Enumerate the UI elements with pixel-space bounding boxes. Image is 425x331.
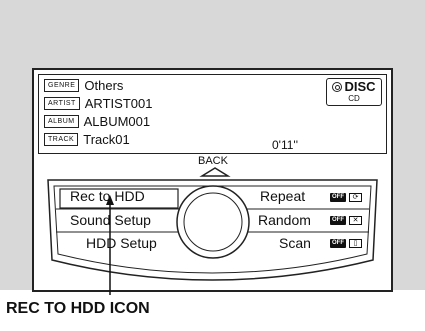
repeat-icon: ⟳	[349, 193, 362, 202]
scan-off-badge: OFF	[330, 239, 346, 248]
audio-screen: GENRE Others ARTIST ARTIST001 ALBUM ALBU…	[32, 68, 393, 292]
menu-item-random[interactable]: Random	[258, 212, 311, 228]
menu-dial	[47, 167, 378, 281]
callout-caption: REC TO HDD ICON	[6, 300, 150, 317]
random-icon: ✕	[349, 216, 362, 225]
repeat-off-badge: OFF	[330, 193, 346, 202]
random-off-badge: OFF	[330, 216, 346, 225]
callout-arrow	[106, 195, 114, 295]
scan-icon: ▯	[349, 239, 362, 248]
menu-item-hdd-setup[interactable]: HDD Setup	[86, 235, 157, 251]
menu-item-scan[interactable]: Scan	[279, 235, 311, 251]
menu-item-repeat[interactable]: Repeat	[260, 188, 305, 204]
back-arrow-icon	[199, 167, 231, 177]
